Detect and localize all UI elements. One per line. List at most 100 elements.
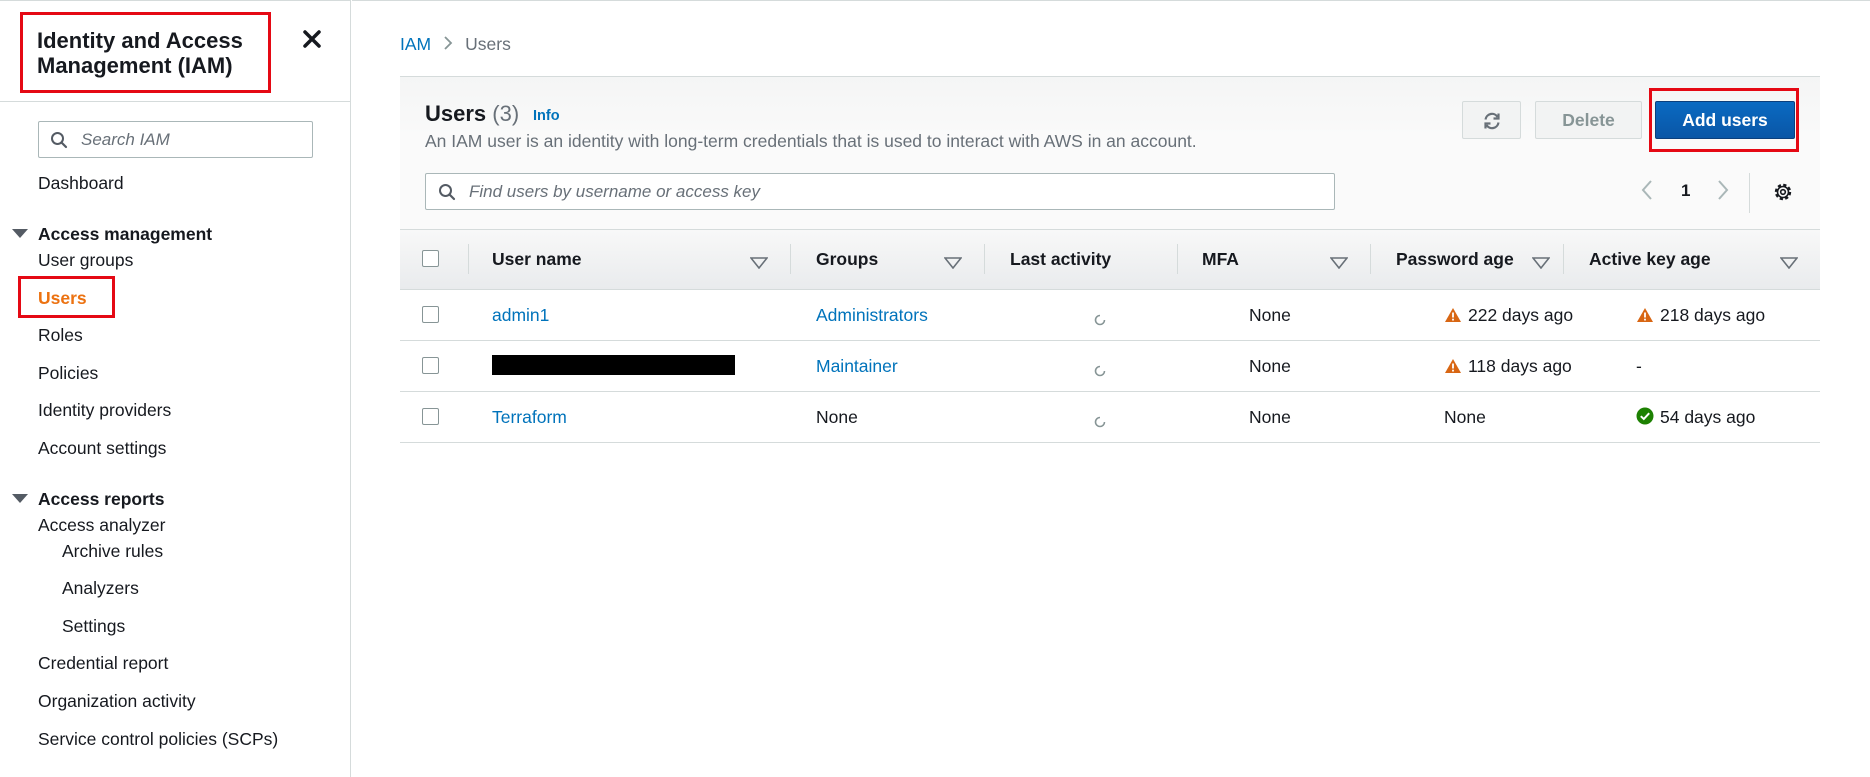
key-age-text: 218 days ago — [1660, 305, 1766, 325]
nav-section-access-management[interactable]: Access management — [12, 224, 212, 245]
mfa-value: None — [1249, 407, 1291, 427]
loading-spinner-icon — [1094, 361, 1106, 382]
column-groups[interactable]: Groups — [816, 230, 878, 289]
nav-section-access-reports[interactable]: Access reports — [12, 489, 164, 510]
mfa-value: None — [1249, 305, 1291, 325]
close-icon[interactable] — [300, 27, 324, 51]
check-circle-icon — [1636, 394, 1654, 444]
column-divider — [1177, 244, 1178, 274]
nav-roles[interactable]: Roles — [38, 325, 83, 346]
select-all-checkbox[interactable] — [422, 250, 439, 267]
user-name-link[interactable]: Terraform — [492, 392, 567, 442]
nav-analyzers[interactable]: Analyzers — [62, 578, 139, 599]
mfa-value: None — [1249, 356, 1291, 376]
add-users-button[interactable]: Add users — [1655, 101, 1795, 139]
nav-users[interactable]: Users — [38, 288, 87, 309]
row-checkbox[interactable] — [422, 306, 439, 323]
warning-icon — [1444, 292, 1462, 342]
warning-icon — [1636, 292, 1654, 342]
search-icon — [438, 183, 456, 206]
sort-icon[interactable] — [1531, 253, 1551, 274]
redacted-user-name — [492, 355, 735, 375]
key-age-text: 54 days ago — [1660, 407, 1756, 427]
sidebar-search-input[interactable] — [81, 122, 306, 157]
user-name-link[interactable]: admin1 — [492, 290, 549, 340]
nav-access-analyzer[interactable]: Access analyzer — [38, 515, 165, 536]
column-mfa[interactable]: MFA — [1202, 230, 1239, 289]
page-number[interactable]: 1 — [1681, 181, 1690, 201]
sidebar-search[interactable] — [38, 121, 313, 158]
sort-icon[interactable] — [1779, 253, 1799, 274]
sidebar: Identity and Access Management (IAM) Das… — [0, 0, 351, 777]
gear-icon[interactable] — [1772, 181, 1794, 208]
breadcrumb-iam[interactable]: IAM — [400, 34, 431, 54]
column-password-age[interactable]: Password age — [1396, 230, 1514, 289]
table-row[interactable]: Maintainer None 118 days ago - — [400, 341, 1820, 392]
nav-section-label: Access reports — [38, 489, 165, 509]
nav-identity-providers[interactable]: Identity providers — [38, 400, 171, 421]
column-divider — [790, 244, 791, 274]
nav-dashboard[interactable]: Dashboard — [38, 173, 124, 194]
info-link[interactable]: Info — [533, 108, 560, 124]
group-link[interactable]: Administrators — [816, 290, 928, 340]
warning-icon — [1444, 343, 1462, 393]
column-active-key-age[interactable]: Active key age — [1589, 230, 1711, 289]
breadcrumb-users: Users — [465, 34, 511, 54]
groups-value: None — [816, 407, 858, 427]
breadcrumb: IAM Users — [400, 34, 511, 55]
key-age-value: - — [1636, 356, 1642, 376]
table-row[interactable]: admin1 Administrators None 222 days ago … — [400, 290, 1820, 341]
chevron-right-icon[interactable] — [1716, 179, 1730, 206]
panel-header: Users (3) Info An IAM user is an identit… — [400, 77, 1820, 229]
nav-scps[interactable]: Service control policies (SCPs) — [38, 729, 278, 750]
chevron-left-icon[interactable] — [1640, 179, 1654, 206]
caret-down-icon — [12, 229, 28, 238]
key-age-value: 218 days ago — [1636, 290, 1765, 340]
sort-icon[interactable] — [749, 253, 769, 274]
column-user-name[interactable]: User name — [492, 230, 582, 289]
row-checkbox[interactable] — [422, 408, 439, 425]
user-count: (3) — [492, 101, 520, 126]
page-title-text: Users — [425, 101, 487, 126]
table-search[interactable] — [425, 173, 1335, 210]
main-content: IAM Users Users (3) Info An IAM user is a… — [352, 0, 1870, 777]
nav-account-settings[interactable]: Account settings — [38, 438, 166, 459]
page-description: An IAM user is an identity with long-ter… — [425, 131, 1197, 151]
column-divider — [468, 244, 469, 274]
table-search-input[interactable] — [469, 174, 1319, 209]
sidebar-header: Identity and Access Management (IAM) — [0, 1, 350, 102]
nav-user-groups[interactable]: User groups — [38, 250, 133, 271]
nav-policies[interactable]: Policies — [38, 363, 98, 384]
password-age-value: None — [1444, 407, 1486, 427]
sort-icon[interactable] — [1329, 253, 1349, 274]
refresh-button[interactable] — [1462, 101, 1521, 139]
nav-credential-report[interactable]: Credential report — [38, 653, 168, 674]
column-divider — [984, 244, 985, 274]
nav-settings[interactable]: Settings — [62, 616, 125, 637]
password-age-text: 118 days ago — [1468, 356, 1572, 376]
column-last-activity[interactable]: Last activity — [1010, 230, 1111, 289]
password-age-value: 118 days ago — [1444, 341, 1572, 391]
password-age-value: 222 days ago — [1444, 290, 1573, 340]
nav-organization-activity[interactable]: Organization activity — [38, 691, 196, 712]
password-age-text: 222 days ago — [1468, 305, 1574, 325]
nav-section-label: Access management — [38, 224, 213, 244]
loading-spinner-icon — [1094, 310, 1106, 331]
delete-button[interactable]: Delete — [1535, 101, 1642, 139]
search-icon — [50, 131, 68, 154]
sort-icon[interactable] — [943, 253, 963, 274]
table-row[interactable]: Terraform None None None 54 days ago — [400, 392, 1820, 443]
divider — [1749, 173, 1750, 213]
users-table-panel: Users (3) Info An IAM user is an identit… — [400, 77, 1820, 444]
row-checkbox[interactable] — [422, 357, 439, 374]
chevron-right-icon — [443, 34, 453, 55]
nav-archive-rules[interactable]: Archive rules — [62, 541, 163, 562]
caret-down-icon — [12, 494, 28, 503]
page-title: Users (3) — [425, 101, 519, 127]
service-title[interactable]: Identity and Access Management (IAM) — [20, 12, 271, 93]
table-header: User name Groups Last activity MFA Passw… — [400, 229, 1820, 290]
column-divider — [1370, 244, 1371, 274]
refresh-icon — [1482, 111, 1502, 134]
column-divider — [1563, 244, 1564, 274]
group-link[interactable]: Maintainer — [816, 341, 898, 391]
